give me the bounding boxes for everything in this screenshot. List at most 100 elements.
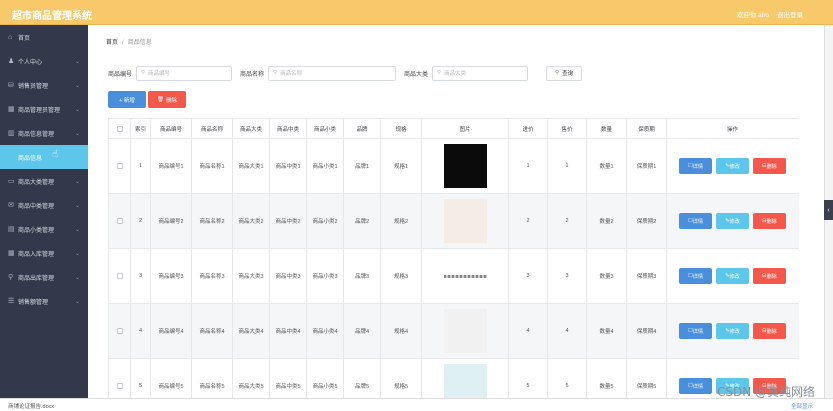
column-header: 品牌: [344, 119, 381, 138]
sidebar-item-5[interactable]: 商品信息 ☝: [0, 145, 88, 169]
sidebar-item-label: 商品信息管理: [18, 131, 55, 138]
sidebar-item-label: 商品大类管理: [18, 179, 55, 186]
detail-button[interactable]: ☐ 详情: [679, 378, 712, 394]
cell-idx: 1: [131, 139, 151, 193]
edit-button[interactable]: ✎ 修改: [716, 213, 749, 229]
sidebar-item-10[interactable]: ⚲ 商品出库管理 ⌄: [0, 265, 88, 289]
edit-button[interactable]: ✎ 修改: [716, 158, 749, 174]
detail-button[interactable]: ☐ 详情: [679, 213, 712, 229]
checkbox-icon[interactable]: [116, 383, 123, 389]
cell-qty: 数量1: [587, 139, 627, 193]
cell-sell: 5: [548, 359, 587, 398]
detail-button-label: 详情: [692, 273, 704, 280]
doc-icon: ▤: [8, 226, 15, 233]
checkbox-icon[interactable]: [116, 273, 123, 279]
cell-small: 商品小类3: [307, 249, 344, 303]
edit-button[interactable]: ✎ 修改: [716, 268, 749, 284]
sidebar-item-2[interactable]: ⛁ 销售员管理 ⌄: [0, 73, 88, 97]
cell-brand: 品牌5: [344, 359, 381, 398]
folder-icon: ▭: [8, 178, 15, 185]
checkbox-icon[interactable]: [116, 163, 123, 169]
download-file[interactable]: 商铺论证报告.docx: [8, 402, 54, 410]
search-icon: ⚲: [437, 70, 442, 76]
cell-shelf: 保质期2: [627, 194, 667, 248]
sidebar-item-label: 销售员管理: [18, 83, 49, 90]
column-header: 进价: [509, 119, 548, 138]
edit-button[interactable]: ✎ 修改: [716, 323, 749, 339]
delete-button[interactable]: ⊟ 删除: [753, 213, 786, 229]
breadcrumb-home[interactable]: 首页: [106, 40, 118, 46]
cell-code: 商品编号5: [151, 359, 192, 398]
collapse-tab-icon[interactable]: ‹: [824, 200, 833, 220]
app-title: 超市商品管理系统: [12, 11, 92, 22]
row-checkbox[interactable]: [109, 249, 131, 303]
detail-button-label: 详情: [692, 328, 704, 335]
row-checkbox[interactable]: [109, 304, 131, 358]
sidebar-item-9[interactable]: ▦ 商品入库管理 ⌄: [0, 241, 88, 265]
delete-button[interactable]: ⊟ 删除: [753, 158, 786, 174]
cell-sell: 1: [548, 139, 587, 193]
show-all-link[interactable]: 全部显示: [791, 402, 813, 410]
detail-button[interactable]: ☐ 详情: [679, 158, 712, 174]
select-all-checkbox[interactable]: [109, 119, 131, 138]
product-image: [443, 274, 487, 278]
cell-qty: 数量2: [587, 194, 627, 248]
cell-name: 商品名称3: [192, 249, 233, 303]
sidebar-item-8[interactable]: ▤ 商品小类管理 ⌄: [0, 217, 88, 241]
product-image-cell: [422, 139, 509, 193]
row-checkbox[interactable]: [109, 359, 131, 398]
row-checkbox[interactable]: [109, 194, 131, 248]
sidebar-item-label: 商品小类管理: [18, 227, 55, 234]
chevron-down-icon: ⌄: [74, 274, 80, 281]
delete-button[interactable]: ⊟ 删除: [753, 323, 786, 339]
cell-code: 商品编号3: [151, 249, 192, 303]
cell-brand: 品牌2: [344, 194, 381, 248]
add-button[interactable]: + 新增: [108, 91, 146, 108]
sidebar-item-4[interactable]: ▥ 商品信息管理 ⌄: [0, 121, 88, 145]
search-input-category[interactable]: ⚲ 商品大类: [432, 65, 529, 81]
checkbox-icon[interactable]: [116, 218, 123, 224]
cell-mid: 商品中类2: [270, 194, 307, 248]
cell-big: 商品大类5: [233, 359, 270, 398]
trash-icon: 🗑: [157, 96, 164, 103]
mail-icon: ✉: [8, 202, 14, 209]
cell-big: 商品大类3: [233, 249, 270, 303]
search-icon: ⚲: [141, 70, 146, 76]
delete-button[interactable]: ⊟ 删除: [753, 268, 786, 284]
product-image: [443, 364, 487, 398]
top-bar: 超市商品管理系统 欢迎你 abo 退出登录: [0, 0, 833, 25]
sidebar-item-6[interactable]: ▭ 商品大类管理 ⌄: [0, 169, 88, 193]
product-image: [443, 144, 487, 188]
chevron-down-icon: ⌄: [74, 106, 80, 113]
cell-big: 商品大类4: [233, 304, 270, 358]
chevron-down-icon: ⌄: [74, 250, 80, 257]
sidebar-item-11[interactable]: ☰ 销售额管理 ⌄: [0, 289, 88, 313]
query-button[interactable]: ⚲ 查询: [546, 65, 583, 81]
table-row: 5 商品编号5 商品名称5 商品大类5 商品中类5 商品小类5 品牌5 规格5 5 5 数量5 保质期…: [109, 359, 799, 398]
cell-brand: 品牌1: [344, 139, 381, 193]
edit-button-label: 修改: [729, 163, 740, 170]
cell-name: 商品名称1: [192, 139, 233, 193]
batch-delete-button[interactable]: 🗑 删除: [148, 91, 186, 108]
logout-link[interactable]: 退出登录: [777, 9, 803, 19]
sidebar-item-1[interactable]: ♟ 个人中心 ⌄: [0, 49, 88, 73]
checkbox-icon[interactable]: [116, 328, 123, 334]
search-input-name[interactable]: ⚲ 商品名称: [268, 65, 397, 81]
welcome-text: 欢迎你 abo: [736, 12, 769, 19]
cell-name: 商品名称2: [192, 194, 233, 248]
row-actions: ☐ 详情 ✎ 修改 ⊟ 删除: [667, 249, 798, 303]
detail-button[interactable]: ☐ 详情: [679, 268, 712, 284]
sidebar-item-7[interactable]: ✉ 商品中类管理 ⌄: [0, 193, 88, 217]
search-label-name: 商品名称: [240, 71, 265, 78]
product-image-cell: [422, 359, 509, 398]
search-label-category: 商品大类: [404, 71, 429, 78]
sidebar-item-0[interactable]: ⌂ 首页: [0, 25, 88, 49]
cell-buy: 1: [509, 139, 548, 193]
cell-brand: 品牌4: [344, 304, 381, 358]
sidebar-item-3[interactable]: ▦ 商品管理员管理 ⌄: [0, 97, 88, 121]
search-input-code[interactable]: ⚲ 商品编号: [136, 65, 233, 81]
cell-mid: 商品中类5: [270, 359, 307, 398]
checkbox-icon[interactable]: [116, 125, 123, 132]
row-checkbox[interactable]: [109, 139, 131, 193]
detail-button[interactable]: ☐ 详情: [679, 323, 712, 339]
